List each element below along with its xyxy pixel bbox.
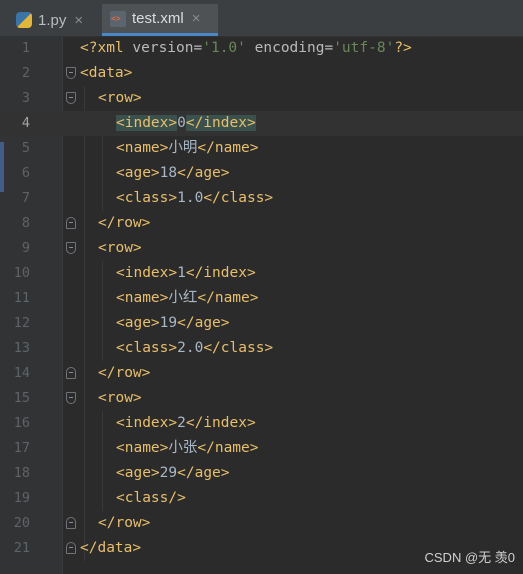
fold-icon[interactable] (66, 242, 76, 254)
xml-tag: <data> (80, 65, 133, 81)
tab-test-xml[interactable]: test.xml × (102, 4, 218, 36)
xml-tag: </row> (98, 515, 151, 531)
line-number: 14 (13, 365, 30, 381)
xml-element: <name>小明</name> (116, 140, 259, 156)
line-number: 5 (21, 140, 30, 156)
code-line[interactable]: 2 <data> (0, 61, 523, 86)
tab-label: test.xml (132, 10, 184, 27)
line-number: 21 (13, 540, 30, 556)
line-number: 8 (21, 215, 30, 231)
code-line[interactable]: 7 <class>1.0</class> (0, 186, 523, 211)
code-line[interactable]: 18 <age>29</age> (0, 461, 523, 486)
xml-element: <class>1.0</class> (116, 190, 274, 206)
code-line[interactable]: 3 <row> (0, 86, 523, 111)
editor-tab-bar: 1.py × test.xml × (0, 0, 523, 37)
watermark: CSDN @无 羡0 (424, 550, 516, 565)
code-line-current[interactable]: 4 <index>0</index> (0, 111, 523, 136)
line-number: 12 (13, 315, 30, 331)
line-number: 6 (21, 165, 30, 181)
xml-element: <index>2</index> (116, 415, 256, 431)
xml-tag: </row> (98, 365, 151, 381)
code-line[interactable]: 5 <name>小明</name> (0, 136, 523, 161)
xml-element: <name>小张</name> (116, 440, 259, 456)
xml-tag: <row> (98, 390, 142, 406)
code-line[interactable]: 14 </row> (0, 361, 523, 386)
line-number: 2 (21, 65, 30, 81)
fold-icon[interactable] (66, 92, 76, 104)
xml-tag: <class/> (116, 490, 186, 506)
tab-1-py[interactable]: 1.py × (8, 4, 102, 36)
code-line[interactable]: 10 <index>1</index> (0, 261, 523, 286)
line-number: 9 (21, 240, 30, 256)
line-number: 16 (13, 415, 30, 431)
code-line[interactable]: 20 </row> (0, 511, 523, 536)
xml-file-icon (110, 10, 126, 27)
xml-element: <age>29</age> (116, 465, 230, 481)
code-line[interactable]: 15 <row> (0, 386, 523, 411)
python-file-icon (16, 12, 32, 28)
code-editor[interactable]: 1 <?xml version='1.0' encoding='utf-8'?>… (0, 36, 523, 574)
xml-declaration: <?xml version='1.0' encoding='utf-8'?> (80, 40, 412, 56)
line-number: 11 (13, 290, 30, 306)
xml-element: <class>2.0</class> (116, 340, 274, 356)
code-line[interactable]: 11 <name>小红</name> (0, 286, 523, 311)
xml-element: <age>19</age> (116, 315, 230, 331)
code-line[interactable]: 19 <class/> (0, 486, 523, 511)
tab-label: 1.py (38, 11, 67, 29)
fold-icon[interactable] (66, 392, 76, 404)
fold-icon[interactable] (66, 67, 76, 79)
code-line[interactable]: 12 <age>19</age> (0, 311, 523, 336)
fold-end-icon[interactable] (66, 517, 76, 529)
code-line[interactable]: 6 <age>18</age> (0, 161, 523, 186)
close-icon[interactable]: × (74, 12, 83, 29)
close-icon[interactable]: × (192, 10, 201, 27)
fold-end-icon[interactable] (66, 217, 76, 229)
code-line[interactable]: 9 <row> (0, 236, 523, 261)
xml-tag: <row> (98, 90, 142, 106)
xml-element: <age>18</age> (116, 165, 230, 181)
xml-element: <index>0</index> (116, 115, 256, 131)
fold-end-icon[interactable] (66, 542, 76, 554)
line-number: 19 (13, 490, 30, 506)
xml-element: <index>1</index> (116, 265, 256, 281)
line-number: 18 (13, 465, 30, 481)
line-number: 13 (13, 340, 30, 356)
line-number: 1 (21, 40, 30, 56)
line-number: 4 (21, 115, 30, 131)
code-line[interactable]: 17 <name>小张</name> (0, 436, 523, 461)
xml-element: <name>小红</name> (116, 290, 259, 306)
code-line[interactable]: 16 <index>2</index> (0, 411, 523, 436)
code-line[interactable]: 13 <class>2.0</class> (0, 336, 523, 361)
line-number: 7 (21, 190, 30, 206)
xml-tag: <row> (98, 240, 142, 256)
xml-tag: </row> (98, 215, 151, 231)
line-number: 15 (13, 390, 30, 406)
code-line[interactable]: 1 <?xml version='1.0' encoding='utf-8'?> (0, 36, 523, 61)
fold-end-icon[interactable] (66, 367, 76, 379)
code-line[interactable]: 8 </row> (0, 211, 523, 236)
line-number: 3 (21, 90, 30, 106)
line-number: 10 (13, 265, 30, 281)
line-number: 17 (13, 440, 30, 456)
xml-tag: </data> (80, 540, 142, 556)
line-number: 20 (13, 515, 30, 531)
